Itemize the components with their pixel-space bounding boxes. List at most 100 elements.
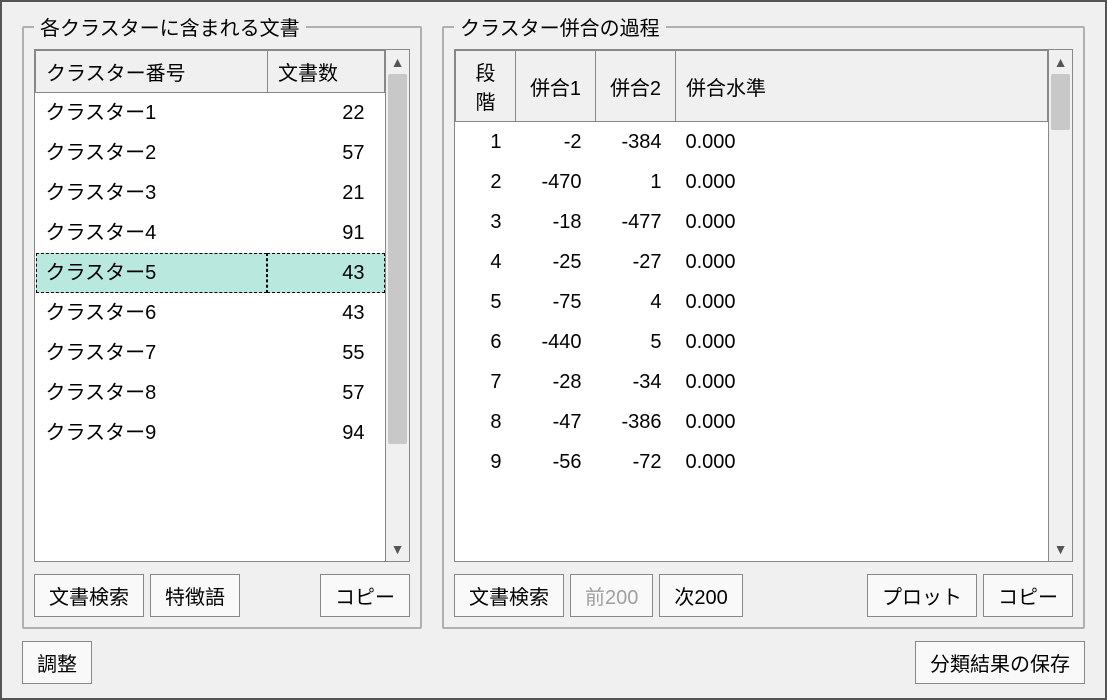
clusters-documents-title: 各クラスターに含まれる文書 xyxy=(34,12,306,41)
table-row[interactable]: クラスター755 xyxy=(36,333,385,373)
level-cell: 0.000 xyxy=(676,322,1048,362)
feature-words-button[interactable]: 特徴語 xyxy=(150,574,240,617)
right-table-scroll[interactable]: 段階 併合1 併合2 併合水準 1-2-3840.0002-47010.0003… xyxy=(454,49,1049,562)
col-merge-level[interactable]: 併合水準 xyxy=(676,51,1048,122)
right-scroll-thumb[interactable] xyxy=(1051,74,1070,130)
col-doc-count[interactable]: 文書数 xyxy=(267,51,384,93)
doc-count-cell: 55 xyxy=(267,333,384,373)
prev-200-button: 前200 xyxy=(570,574,653,617)
col-merge1[interactable]: 併合1 xyxy=(516,51,596,122)
table-row[interactable]: 1-2-3840.000 xyxy=(456,122,1048,163)
doc-count-cell: 57 xyxy=(267,373,384,413)
table-row[interactable]: 8-47-3860.000 xyxy=(456,402,1048,442)
spacer xyxy=(749,574,861,617)
left-button-row: 文書検索 特徴語 コピー xyxy=(34,574,410,617)
bottom-button-row: 調整 分類結果の保存 xyxy=(22,641,1085,684)
col-stage[interactable]: 段階 xyxy=(456,51,516,122)
left-table-scroll[interactable]: クラスター番号 文書数 クラスター122クラスター257クラスター321クラスタ… xyxy=(34,49,386,562)
table-row[interactable]: クラスター543 xyxy=(36,253,385,293)
merge1-cell: -28 xyxy=(516,362,596,402)
level-cell: 0.000 xyxy=(676,362,1048,402)
scroll-down-icon[interactable]: ▼ xyxy=(391,537,405,561)
table-row[interactable]: 7-28-340.000 xyxy=(456,362,1048,402)
table-row[interactable]: 4-25-270.000 xyxy=(456,242,1048,282)
right-scroll-track[interactable] xyxy=(1049,74,1072,537)
right-scrollbar[interactable]: ▲ ▼ xyxy=(1049,49,1073,562)
scroll-up-icon[interactable]: ▲ xyxy=(1054,50,1068,74)
merge1-cell: -25 xyxy=(516,242,596,282)
right-button-row: 文書検索 前200 次200 プロット コピー xyxy=(454,574,1073,617)
left-scroll-thumb[interactable] xyxy=(388,74,407,444)
level-cell: 0.000 xyxy=(676,442,1048,482)
copy-button-right[interactable]: コピー xyxy=(983,574,1073,617)
table-row[interactable]: クラスター994 xyxy=(36,413,385,453)
table-row[interactable]: 6-44050.000 xyxy=(456,322,1048,362)
save-results-button[interactable]: 分類結果の保存 xyxy=(915,641,1085,684)
merge1-cell: -75 xyxy=(516,282,596,322)
stage-cell: 7 xyxy=(456,362,516,402)
doc-count-cell: 57 xyxy=(267,133,384,173)
spacer xyxy=(92,641,915,684)
level-cell: 0.000 xyxy=(676,242,1048,282)
merge2-cell: -386 xyxy=(596,402,676,442)
col-cluster-number[interactable]: クラスター番号 xyxy=(36,51,268,93)
merge-process-panel: クラスター併合の過程 段階 併合1 併合2 併合水準 xyxy=(442,12,1085,629)
doc-search-button-right[interactable]: 文書検索 xyxy=(454,574,564,617)
level-cell: 0.000 xyxy=(676,122,1048,163)
cluster-name-cell: クラスター6 xyxy=(36,293,268,333)
cluster-analysis-window: 各クラスターに含まれる文書 クラスター番号 文書数 クラスター122クラスター2… xyxy=(0,0,1107,700)
adjust-button[interactable]: 調整 xyxy=(22,641,92,684)
stage-cell: 9 xyxy=(456,442,516,482)
cluster-name-cell: クラスター4 xyxy=(36,213,268,253)
clusters-table: クラスター番号 文書数 クラスター122クラスター257クラスター321クラスタ… xyxy=(35,50,385,453)
table-row[interactable]: 9-56-720.000 xyxy=(456,442,1048,482)
cluster-name-cell: クラスター5 xyxy=(36,253,268,293)
stage-cell: 8 xyxy=(456,402,516,442)
table-row[interactable]: クラスター321 xyxy=(36,173,385,213)
doc-count-cell: 43 xyxy=(267,293,384,333)
table-row[interactable]: クラスター857 xyxy=(36,373,385,413)
stage-cell: 2 xyxy=(456,162,516,202)
copy-button-left[interactable]: コピー xyxy=(320,574,410,617)
stage-cell: 1 xyxy=(456,122,516,163)
merge1-cell: -47 xyxy=(516,402,596,442)
level-cell: 0.000 xyxy=(676,402,1048,442)
merge2-cell: -72 xyxy=(596,442,676,482)
scroll-down-icon[interactable]: ▼ xyxy=(1054,537,1068,561)
table-row[interactable]: 5-7540.000 xyxy=(456,282,1048,322)
stage-cell: 3 xyxy=(456,202,516,242)
left-table-wrap: クラスター番号 文書数 クラスター122クラスター257クラスター321クラスタ… xyxy=(34,49,410,562)
level-cell: 0.000 xyxy=(676,282,1048,322)
merge2-cell: 1 xyxy=(596,162,676,202)
table-row[interactable]: 2-47010.000 xyxy=(456,162,1048,202)
merge1-cell: -2 xyxy=(516,122,596,163)
level-cell: 0.000 xyxy=(676,202,1048,242)
table-row[interactable]: クラスター491 xyxy=(36,213,385,253)
cluster-name-cell: クラスター8 xyxy=(36,373,268,413)
level-cell: 0.000 xyxy=(676,162,1048,202)
col-merge2[interactable]: 併合2 xyxy=(596,51,676,122)
doc-count-cell: 22 xyxy=(267,93,384,134)
cluster-name-cell: クラスター2 xyxy=(36,133,268,173)
doc-count-cell: 43 xyxy=(267,253,384,293)
panels-container: 各クラスターに含まれる文書 クラスター番号 文書数 クラスター122クラスター2… xyxy=(22,12,1085,629)
merge2-cell: 4 xyxy=(596,282,676,322)
next-200-button[interactable]: 次200 xyxy=(659,574,742,617)
table-row[interactable]: クラスター122 xyxy=(36,93,385,134)
plot-button[interactable]: プロット xyxy=(867,574,977,617)
merge2-cell: -477 xyxy=(596,202,676,242)
doc-count-cell: 21 xyxy=(267,173,384,213)
table-row[interactable]: クラスター257 xyxy=(36,133,385,173)
cluster-name-cell: クラスター9 xyxy=(36,413,268,453)
left-scrollbar[interactable]: ▲ ▼ xyxy=(386,49,410,562)
left-scroll-track[interactable] xyxy=(386,74,409,537)
doc-count-cell: 94 xyxy=(267,413,384,453)
stage-cell: 6 xyxy=(456,322,516,362)
doc-search-button[interactable]: 文書検索 xyxy=(34,574,144,617)
table-row[interactable]: 3-18-4770.000 xyxy=(456,202,1048,242)
table-row[interactable]: クラスター643 xyxy=(36,293,385,333)
merge1-cell: -18 xyxy=(516,202,596,242)
cluster-name-cell: クラスター1 xyxy=(36,93,268,134)
merge2-cell: 5 xyxy=(596,322,676,362)
scroll-up-icon[interactable]: ▲ xyxy=(391,50,405,74)
